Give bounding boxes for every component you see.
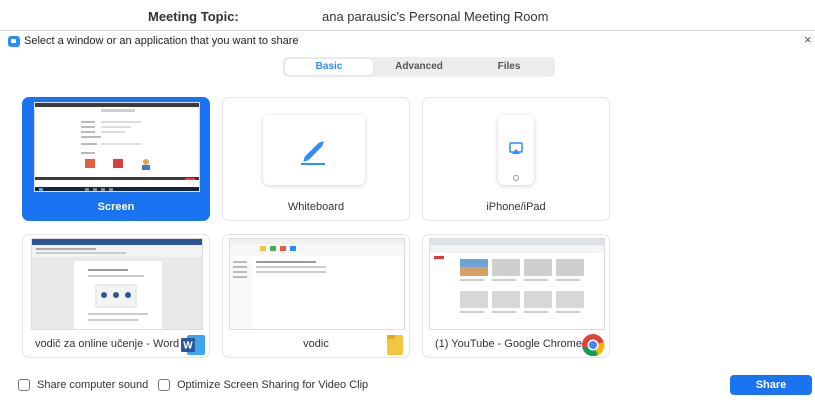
card-label-folder: vodic	[303, 338, 329, 350]
share-options-bar: Share computer sound Optimize Screen Sha…	[0, 370, 815, 400]
svg-text:W: W	[183, 341, 193, 352]
share-card-word[interactable]: vodič za online učenje - Word W	[22, 234, 210, 358]
share-card-screen[interactable]: Screen	[22, 97, 210, 221]
phone-preview	[498, 115, 534, 185]
share-screen-dialog: Select a window or an application that y…	[0, 30, 815, 400]
dialog-titlebar: Select a window or an application that y…	[0, 31, 815, 51]
share-sound-label[interactable]: Share computer sound	[37, 379, 148, 392]
folder-icon	[387, 335, 403, 355]
word-icon: W	[181, 335, 205, 355]
pencil-icon	[301, 141, 325, 165]
share-button[interactable]: Share	[730, 375, 812, 395]
tab-advanced[interactable]: Advanced	[375, 59, 463, 75]
meeting-topic-value: ana parausic's Personal Meeting Room	[322, 9, 549, 24]
screen-thumbnail	[34, 102, 200, 192]
whiteboard-preview	[263, 115, 365, 185]
word-thumbnail-image	[32, 239, 202, 329]
share-card-folder[interactable]: vodic	[222, 234, 410, 358]
close-icon[interactable]: ×	[804, 33, 812, 47]
phone-home-button	[513, 175, 519, 181]
zoom-app-icon	[8, 36, 20, 47]
screen-thumbnail-image	[35, 103, 199, 191]
meeting-topic-label: Meeting Topic:	[148, 9, 239, 24]
share-card-whiteboard[interactable]: Whiteboard	[222, 97, 410, 221]
dialog-title: Select a window or an application that y…	[24, 35, 299, 47]
word-thumbnail	[31, 238, 203, 330]
chrome-icon	[582, 334, 605, 357]
tab-files[interactable]: Files	[465, 59, 553, 75]
card-label-screen: Screen	[97, 201, 135, 213]
share-sound-checkbox[interactable]	[18, 379, 30, 391]
optimize-video-label[interactable]: Optimize Screen Sharing for Video Clip	[177, 379, 368, 392]
optimize-video-checkbox[interactable]	[158, 379, 170, 391]
meeting-info-strip: Meeting Topic: ana parausic's Personal M…	[0, 0, 815, 32]
tab-basic[interactable]: Basic	[285, 59, 373, 75]
youtube-thumbnail-image	[430, 239, 604, 329]
chrome-thumbnail	[429, 238, 605, 330]
share-card-iphone-ipad[interactable]: iPhone/iPad	[422, 97, 610, 221]
share-tabs: Basic Advanced Files	[283, 57, 555, 77]
card-label-whiteboard: Whiteboard	[287, 201, 345, 213]
card-label-iphone-ipad: iPhone/iPad	[486, 201, 546, 213]
folder-thumbnail	[229, 238, 405, 330]
share-card-chrome[interactable]: (1) YouTube - Google Chrome	[422, 234, 610, 358]
explorer-thumbnail-image	[230, 239, 404, 329]
